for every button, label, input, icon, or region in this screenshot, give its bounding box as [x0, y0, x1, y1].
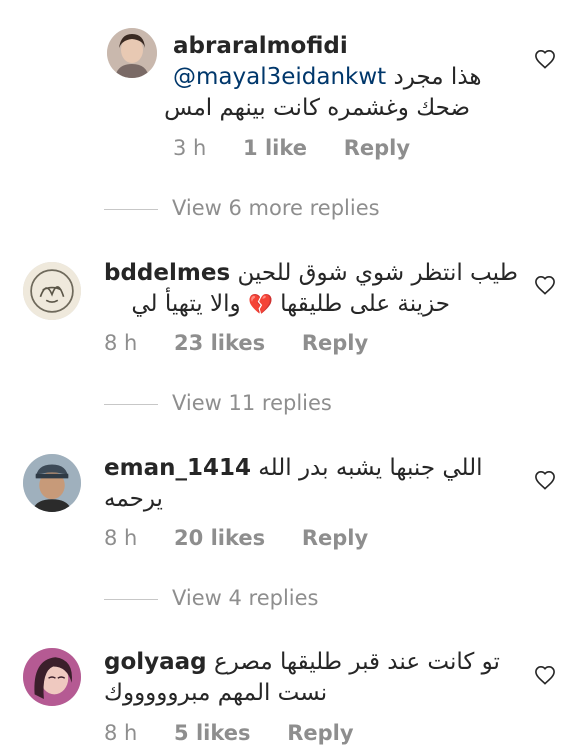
likes-count[interactable]: 20 likes — [174, 526, 265, 550]
comment-line: eman_1414 اللي جنبها يشبه بدر الله — [104, 452, 483, 484]
comment-text-part: والا يتهيأ لي — [131, 291, 241, 317]
comment-username[interactable]: golyaag — [104, 649, 207, 675]
comment-username[interactable]: bddelmes — [104, 260, 230, 286]
view-replies-button[interactable]: View 11 replies — [104, 389, 332, 417]
heart-outline-icon[interactable] — [534, 470, 556, 490]
avatar[interactable] — [107, 28, 157, 78]
comment-text: نست المهم مبروووووك — [104, 680, 328, 706]
comment-text: ضحك وغشمره كانت بينهم امس — [164, 95, 470, 121]
comment-time: 8 h — [104, 526, 138, 550]
comment-text: حزينة على طليقها 💔 والا يتهيأ لي — [131, 288, 450, 320]
view-replies-button[interactable]: View 4 replies — [104, 584, 319, 612]
comment-username[interactable]: eman_1414 — [104, 455, 251, 481]
heart-outline-icon[interactable] — [534, 665, 556, 685]
profile-photo-icon — [107, 28, 157, 78]
heart-outline-icon[interactable] — [534, 275, 556, 295]
divider-line — [104, 598, 158, 600]
divider-line — [104, 208, 158, 210]
reply-button[interactable]: Reply — [344, 136, 410, 160]
comment-text-part: اللي جنبها يشبه بدر الله — [258, 455, 483, 481]
view-replies-label: View 4 replies — [172, 586, 319, 610]
likes-count[interactable]: 1 like — [243, 136, 307, 160]
comment-text-part: حزينة على طليقها — [280, 291, 450, 317]
comment-text: يرحمه — [104, 486, 163, 512]
view-replies-label: View 11 replies — [172, 391, 332, 415]
comment-meta: 8 h 5 likes Reply — [104, 719, 384, 747]
comment-time: 3 h — [173, 136, 207, 160]
comment-meta: 8 h 23 likes Reply — [104, 329, 398, 357]
reply-button[interactable]: Reply — [302, 331, 368, 355]
heart-outline-icon[interactable] — [534, 49, 556, 69]
broken-heart-icon: 💔 — [247, 292, 273, 316]
comment-time: 8 h — [104, 721, 138, 745]
avatar[interactable] — [23, 648, 81, 706]
profile-photo-icon — [23, 454, 81, 512]
comment-text-part: طيب انتظر شوي شوق للحين — [237, 260, 518, 286]
comment-username-line: abraralmofidi — [173, 30, 348, 62]
view-replies-label: View 6 more replies — [172, 196, 380, 220]
likes-count[interactable]: 23 likes — [174, 331, 265, 355]
reply-button[interactable]: Reply — [287, 721, 353, 745]
view-replies-button[interactable]: View 6 more replies — [104, 194, 380, 222]
comment-username[interactable]: abraralmofidi — [173, 33, 348, 59]
comment-text-part: هذا مجرد — [393, 64, 482, 90]
divider-line — [104, 403, 158, 405]
comment-line: golyaag تو كانت عند قبر طليقها مصرع — [104, 646, 500, 678]
comments-thread: abraralmofidi @mayal3eidankwt هذا مجرد ض… — [0, 0, 575, 754]
avatar[interactable] — [23, 262, 81, 320]
comment-meta: 8 h 20 likes Reply — [104, 524, 398, 552]
comment-text: @mayal3eidankwt هذا مجرد — [173, 61, 482, 93]
likes-count[interactable]: 5 likes — [174, 721, 250, 745]
comment-meta: 3 h 1 like Reply — [173, 134, 440, 162]
comment-line: bddelmes طيب انتظر شوي شوق للحين — [104, 257, 518, 289]
reply-button[interactable]: Reply — [302, 526, 368, 550]
profile-photo-icon — [23, 648, 81, 706]
comment-time: 8 h — [104, 331, 138, 355]
mention-link[interactable]: @mayal3eidankwt — [173, 64, 386, 90]
avatar[interactable] — [23, 454, 81, 512]
calligraphy-seal-icon — [23, 262, 81, 320]
comment-text-part: تو كانت عند قبر طليقها مصرع — [213, 649, 500, 675]
